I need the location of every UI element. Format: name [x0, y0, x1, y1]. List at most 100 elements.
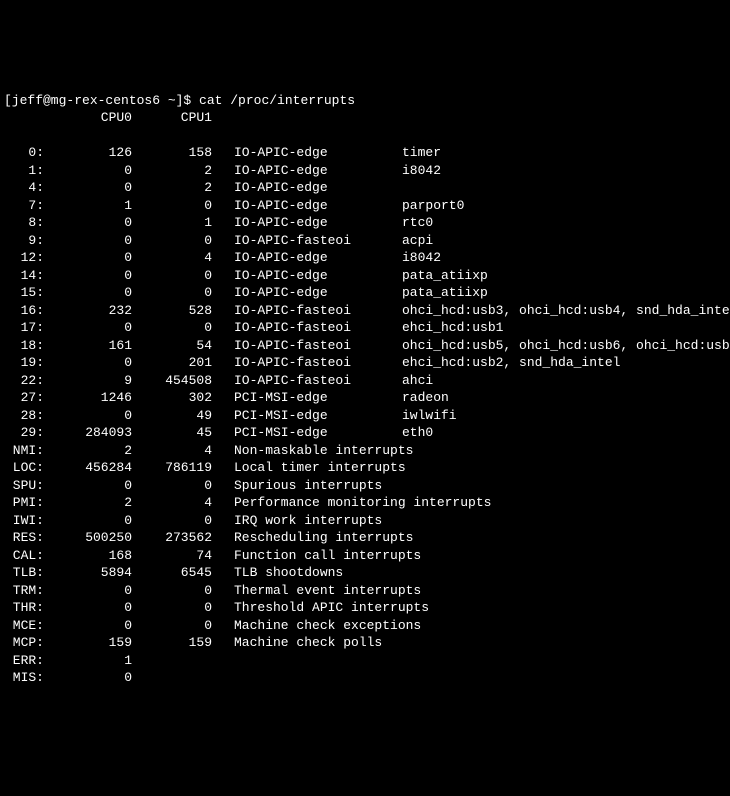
irq-label: RES: [4, 529, 44, 547]
cpu0-count: 0 [44, 214, 132, 232]
cpu0-count: 284093 [44, 424, 132, 442]
cpu0-count: 0 [44, 319, 132, 337]
irq-name: ehci_hcd:usb1 [374, 319, 503, 337]
irq-type: IO-APIC-fasteoi [212, 232, 374, 250]
table-row: 19:0201IO-APIC-fasteoiehci_hcd:usb2, snd… [4, 354, 726, 372]
cpu1-count: 273562 [132, 529, 212, 547]
irq-label: 16: [4, 302, 44, 320]
irq-type: Spurious interrupts [212, 477, 382, 495]
interrupt-rows: 0:126158IO-APIC-edgetimer1:02IO-APIC-edg… [4, 144, 726, 687]
irq-type: IO-APIC-edge [212, 179, 374, 197]
irq-label: 18: [4, 337, 44, 355]
table-row: 29:28409345PCI-MSI-edgeeth0 [4, 424, 726, 442]
irq-name: pata_atiixp [374, 267, 488, 285]
table-row: NMI:24Non-maskable interrupts [4, 442, 726, 460]
cpu1-count: 0 [132, 197, 212, 215]
cpu0-count: 500250 [44, 529, 132, 547]
table-row: 9:00IO-APIC-fasteoiacpi [4, 232, 726, 250]
cpu0-count: 0 [44, 512, 132, 530]
irq-type: Thermal event interrupts [212, 582, 421, 600]
table-row: MCP:159159Machine check polls [4, 634, 726, 652]
cpu0-count: 1 [44, 652, 132, 670]
irq-label: LOC: [4, 459, 44, 477]
irq-type: IO-APIC-fasteoi [212, 372, 374, 390]
cpu0-count: 0 [44, 582, 132, 600]
irq-name: timer [374, 144, 441, 162]
irq-type: IO-APIC-edge [212, 162, 374, 180]
irq-type: IO-APIC-fasteoi [212, 354, 374, 372]
cpu0-count: 9 [44, 372, 132, 390]
irq-label: TRM: [4, 582, 44, 600]
cpu1-count: 45 [132, 424, 212, 442]
table-row: 18:16154IO-APIC-fasteoiohci_hcd:usb5, oh… [4, 337, 726, 355]
table-row: 28:049PCI-MSI-edgeiwlwifi [4, 407, 726, 425]
cpu1-count: 49 [132, 407, 212, 425]
table-row: LOC:456284786119Local timer interrupts [4, 459, 726, 477]
table-row: 22:9454508IO-APIC-fasteoiahci [4, 372, 726, 390]
irq-type: IO-APIC-fasteoi [212, 319, 374, 337]
cpu0-count: 456284 [44, 459, 132, 477]
irq-type: IO-APIC-edge [212, 267, 374, 285]
cpu0-count: 0 [44, 669, 132, 687]
cpu0-count: 232 [44, 302, 132, 320]
irq-name: radeon [374, 389, 449, 407]
irq-type: Machine check polls [212, 634, 382, 652]
table-row: 7:10IO-APIC-edgeparport0 [4, 197, 726, 215]
irq-type: Local timer interrupts [212, 459, 406, 477]
irq-type: TLB shootdowns [212, 564, 343, 582]
irq-type: IRQ work interrupts [212, 512, 382, 530]
irq-type: IO-APIC-edge [212, 197, 374, 215]
irq-name: i8042 [374, 162, 441, 180]
irq-label: 28: [4, 407, 44, 425]
cpu1-count: 0 [132, 582, 212, 600]
cpu0-count: 0 [44, 354, 132, 372]
cpu1-count: 2 [132, 179, 212, 197]
cpu1-count: 0 [132, 617, 212, 635]
cpu0-count: 2 [44, 442, 132, 460]
irq-label: PMI: [4, 494, 44, 512]
cpu0-count: 159 [44, 634, 132, 652]
irq-label: 22: [4, 372, 44, 390]
cpu1-count: 201 [132, 354, 212, 372]
header-cpu0: CPU0 [44, 109, 132, 127]
irq-type: Threshold APIC interrupts [212, 599, 429, 617]
table-row: TLB:58946545TLB shootdowns [4, 564, 726, 582]
table-row: 16:232528IO-APIC-fasteoiohci_hcd:usb3, o… [4, 302, 726, 320]
table-row: THR:00Threshold APIC interrupts [4, 599, 726, 617]
cpu1-count: 74 [132, 547, 212, 565]
table-row: 14:00IO-APIC-edgepata_atiixp [4, 267, 726, 285]
table-row: RES:500250273562Rescheduling interrupts [4, 529, 726, 547]
cpu1-count: 54 [132, 337, 212, 355]
irq-label: 9: [4, 232, 44, 250]
irq-type: IO-APIC-edge [212, 144, 374, 162]
irq-label: 27: [4, 389, 44, 407]
cpu0-count: 1 [44, 197, 132, 215]
table-row: TRM:00Thermal event interrupts [4, 582, 726, 600]
cpu0-count: 0 [44, 249, 132, 267]
irq-name: ehci_hcd:usb2, snd_hda_intel [374, 354, 620, 372]
table-row: 12:04IO-APIC-edgei8042 [4, 249, 726, 267]
table-row: ERR:1 [4, 652, 726, 670]
irq-name: ohci_hcd:usb3, ohci_hcd:usb4, snd_hda_in… [374, 302, 730, 320]
terminal-output: [jeff@mg-rex-centos6 ~]$ cat /proc/inter… [4, 74, 726, 704]
table-row: MCE:00Machine check exceptions [4, 617, 726, 635]
cpu0-count: 1246 [44, 389, 132, 407]
irq-label: 12: [4, 249, 44, 267]
irq-type: Non-maskable interrupts [212, 442, 413, 460]
irq-label: MIS: [4, 669, 44, 687]
cpu1-count: 4 [132, 249, 212, 267]
cpu1-count: 0 [132, 477, 212, 495]
cpu0-count: 0 [44, 407, 132, 425]
cpu0-count: 168 [44, 547, 132, 565]
irq-label: NMI: [4, 442, 44, 460]
table-row: SPU:00Spurious interrupts [4, 477, 726, 495]
irq-label: SPU: [4, 477, 44, 495]
cpu1-count: 0 [132, 267, 212, 285]
cpu1-count: 6545 [132, 564, 212, 582]
irq-label: 17: [4, 319, 44, 337]
table-row: 15:00IO-APIC-edgepata_atiixp [4, 284, 726, 302]
table-row: 4:02IO-APIC-edge [4, 179, 726, 197]
irq-label: 29: [4, 424, 44, 442]
table-row: CAL:16874Function call interrupts [4, 547, 726, 565]
table-row: 27:1246302PCI-MSI-edgeradeon [4, 389, 726, 407]
